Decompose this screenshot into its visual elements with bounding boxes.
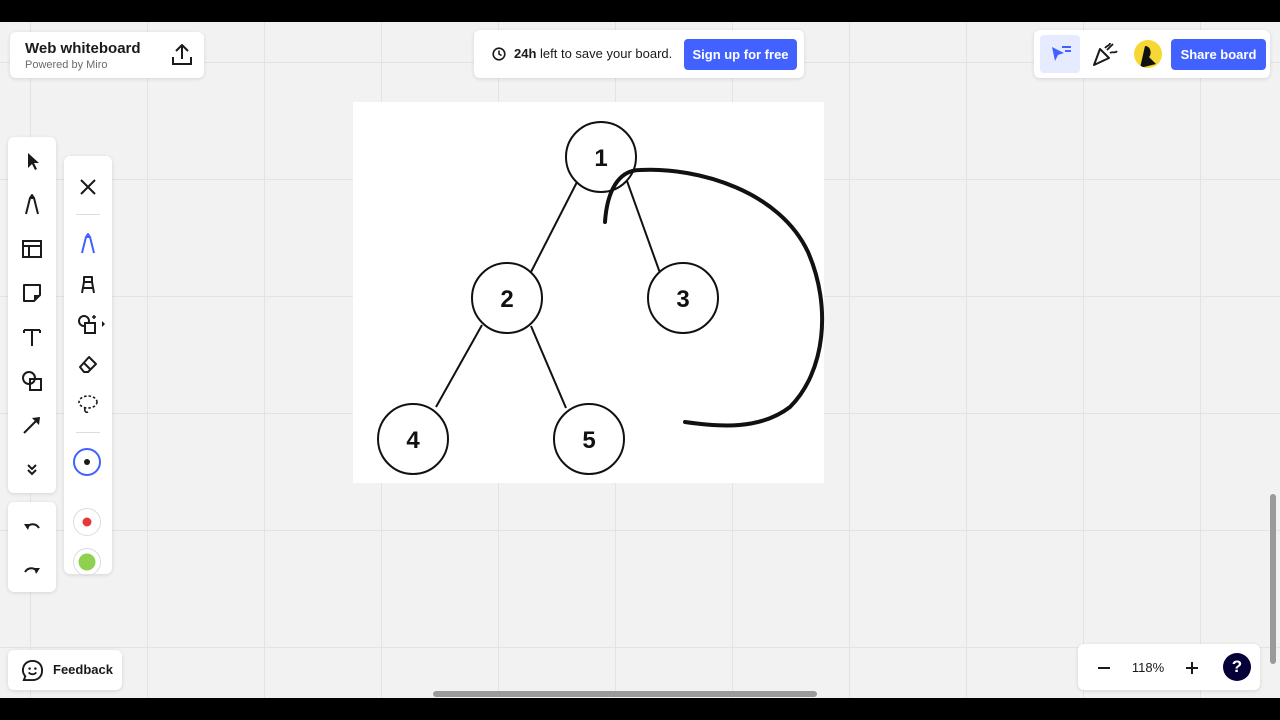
zoom-controls: 118% ?	[1078, 644, 1260, 690]
color-dot-icon	[78, 553, 96, 571]
party-popper-icon	[1093, 42, 1118, 66]
color-dot-icon	[82, 517, 92, 527]
arrow-tool-button[interactable]	[20, 413, 44, 437]
arrow-icon	[23, 417, 40, 434]
templates-tool-button[interactable]	[20, 237, 44, 261]
user-avatar-icon	[1134, 40, 1162, 68]
share-board-button[interactable]: Share board	[1171, 39, 1266, 70]
feedback-smile-icon	[21, 659, 44, 682]
sticky-note-tool-button[interactable]	[20, 281, 44, 305]
divider	[76, 432, 100, 433]
save-board-banner: 24h left to save your board. Sign up for…	[474, 30, 804, 78]
pointer-mode-button[interactable]	[1040, 35, 1080, 73]
select-tool-button[interactable]	[20, 149, 44, 173]
zoom-out-button[interactable]	[1092, 656, 1116, 680]
close-icon	[80, 179, 96, 195]
eraser-option-button[interactable]	[76, 352, 100, 376]
board-title[interactable]: Web whiteboard	[25, 40, 141, 57]
vertical-scrollbar[interactable]	[1270, 494, 1276, 664]
close-pen-options-button[interactable]	[76, 175, 100, 199]
reactions-button[interactable]	[1088, 38, 1120, 70]
upload-icon	[172, 44, 192, 65]
text-tool-button[interactable]	[20, 325, 44, 349]
zoom-in-button[interactable]	[1180, 656, 1204, 680]
color-swatch-red[interactable]	[73, 508, 101, 536]
save-board-text: 24h left to save your board.	[514, 46, 672, 61]
more-tools-button[interactable]	[20, 457, 44, 481]
lasso-icon	[78, 395, 98, 414]
top-right-panel: Share board	[1034, 30, 1270, 78]
color-swatch-green[interactable]	[73, 548, 101, 576]
pen-options-toolbar	[64, 156, 112, 576]
help-button[interactable]: ?	[1223, 653, 1251, 681]
avatar[interactable]	[1134, 40, 1162, 68]
lasso-option-button[interactable]	[76, 392, 100, 416]
save-board-message: left to save your board.	[536, 46, 673, 61]
redo-button[interactable]	[20, 558, 44, 582]
horizontal-scrollbar[interactable]	[433, 691, 817, 697]
board-title-panel: Web whiteboard Powered by Miro	[10, 32, 204, 78]
highlighter-icon	[81, 276, 95, 294]
smart-draw-icon	[78, 315, 105, 334]
hours-left: 24h	[514, 46, 537, 61]
undo-redo-panel	[8, 502, 56, 592]
pen-icon	[81, 233, 95, 254]
undo-button[interactable]	[20, 514, 44, 538]
clock-icon	[492, 47, 506, 61]
select-icon	[28, 153, 39, 170]
pen-tool-button[interactable]	[20, 193, 44, 217]
pointer-icon	[1052, 46, 1071, 61]
pen-stroke[interactable]	[0, 22, 1280, 698]
undo-icon	[24, 523, 40, 530]
feedback-button[interactable]: Feedback	[8, 650, 122, 690]
text-icon	[23, 329, 41, 346]
board-subtitle: Powered by Miro	[25, 59, 108, 71]
color-dot-icon	[84, 459, 90, 465]
export-button[interactable]	[170, 42, 194, 68]
feedback-label: Feedback	[53, 662, 113, 677]
plus-icon	[1186, 662, 1198, 674]
shapes-tool-button[interactable]	[20, 369, 44, 393]
redo-icon	[24, 567, 40, 574]
smart-draw-option-button[interactable]	[76, 312, 105, 336]
pen-option-button[interactable]	[76, 232, 100, 256]
minus-icon	[1098, 667, 1110, 669]
divider	[76, 214, 100, 215]
whiteboard-canvas[interactable]: 1 2 3 4 5 Web whiteboard Powered by Miro…	[0, 22, 1280, 698]
more-tools-icon	[27, 464, 37, 476]
zoom-level[interactable]: 118%	[1126, 660, 1170, 675]
shapes-icon	[22, 371, 42, 391]
eraser-icon	[79, 356, 97, 373]
templates-icon	[22, 240, 42, 258]
highlighter-option-button[interactable]	[76, 272, 100, 296]
sticky-note-icon	[23, 284, 41, 302]
pen-icon	[25, 194, 39, 215]
sign-up-button[interactable]: Sign up for free	[684, 39, 797, 70]
main-toolbar	[8, 137, 56, 493]
color-swatch-black[interactable]	[73, 448, 101, 476]
